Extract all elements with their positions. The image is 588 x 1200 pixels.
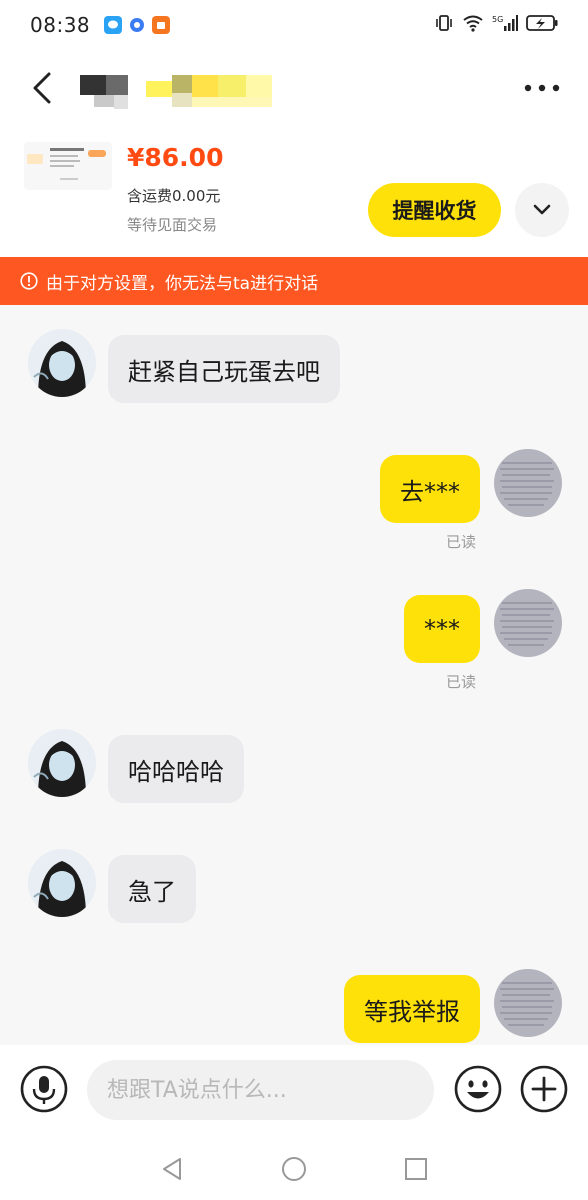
notification-icons bbox=[104, 16, 171, 34]
order-shipping: 含运费0.00元 bbox=[127, 187, 221, 205]
battery-charging-icon bbox=[526, 14, 558, 36]
message-bubble-incoming[interactable]: 急了 bbox=[108, 855, 196, 923]
chevron-down-icon bbox=[533, 204, 551, 215]
svg-text:5G: 5G bbox=[492, 15, 503, 24]
my-avatar[interactable] bbox=[494, 449, 562, 517]
contact-avatar[interactable] bbox=[28, 729, 96, 797]
more-actions-button[interactable] bbox=[520, 1065, 568, 1113]
message-bubble-incoming[interactable]: 赶紧自己玩蛋去吧 bbox=[108, 335, 340, 403]
read-receipt: 已读 bbox=[446, 673, 477, 691]
order-status: 等待见面交易 bbox=[127, 216, 218, 234]
my-avatar[interactable] bbox=[494, 589, 562, 657]
emoji-button[interactable] bbox=[454, 1065, 502, 1113]
chevron-left-icon bbox=[33, 72, 51, 103]
order-price: ¥86.00 bbox=[127, 143, 224, 172]
warning-banner: 由于对方设置，你无法与ta进行对话 bbox=[0, 257, 588, 305]
nav-home-button[interactable] bbox=[280, 1155, 308, 1183]
wifi-icon bbox=[462, 14, 484, 36]
smile-icon bbox=[454, 1065, 502, 1113]
message-bubble-outgoing[interactable]: 等我举报 bbox=[344, 975, 480, 1043]
chat-header bbox=[0, 50, 588, 125]
order-card: ¥86.00 含运费0.00元 等待见面交易 提醒收货 bbox=[0, 125, 588, 257]
input-bar bbox=[0, 1045, 588, 1135]
cellular-5g-icon: 5G bbox=[492, 14, 518, 36]
contact-name-redacted bbox=[80, 63, 280, 113]
contact-avatar[interactable] bbox=[28, 849, 96, 917]
message-list: 赶紧自己玩蛋去吧 去*** 已读 *** 已读 哈哈哈哈 急了 等我举报 bbox=[0, 305, 588, 1045]
message-input[interactable] bbox=[87, 1060, 434, 1120]
warning-text: 由于对方设置，你无法与ta进行对话 bbox=[46, 273, 319, 294]
exclamation-circle-icon bbox=[20, 272, 38, 290]
plus-circle-icon bbox=[520, 1065, 568, 1113]
back-button[interactable] bbox=[22, 68, 62, 108]
my-avatar[interactable] bbox=[494, 969, 562, 1037]
circle-home-icon bbox=[282, 1157, 306, 1181]
message-bubble-outgoing[interactable]: 去*** bbox=[380, 455, 480, 523]
product-thumbnail[interactable] bbox=[24, 142, 112, 190]
system-status-icons: 5G bbox=[434, 13, 558, 37]
shopping-app-icon bbox=[152, 16, 171, 34]
voice-input-button[interactable] bbox=[20, 1065, 68, 1113]
message-bubble-outgoing[interactable]: *** bbox=[404, 595, 480, 663]
browser-app-icon bbox=[128, 16, 146, 34]
status-bar: 08:38 5G bbox=[0, 0, 588, 50]
more-horizontal-icon bbox=[524, 84, 560, 91]
more-options-button[interactable] bbox=[522, 73, 562, 103]
read-receipt: 已读 bbox=[446, 533, 477, 551]
square-recents-icon bbox=[405, 1158, 427, 1180]
message-bubble-incoming[interactable]: 哈哈哈哈 bbox=[108, 735, 244, 803]
system-nav-bar bbox=[0, 1135, 588, 1200]
expand-order-button[interactable] bbox=[515, 183, 569, 237]
nav-back-button[interactable] bbox=[158, 1155, 186, 1183]
vibrate-icon bbox=[434, 13, 454, 37]
triangle-back-icon bbox=[163, 1158, 181, 1180]
status-time: 08:38 bbox=[30, 13, 91, 37]
message-app-icon bbox=[104, 16, 123, 34]
nav-recents-button[interactable] bbox=[402, 1155, 430, 1183]
microphone-icon bbox=[20, 1065, 68, 1113]
contact-avatar[interactable] bbox=[28, 329, 96, 397]
remind-receipt-button[interactable]: 提醒收货 bbox=[368, 183, 501, 237]
